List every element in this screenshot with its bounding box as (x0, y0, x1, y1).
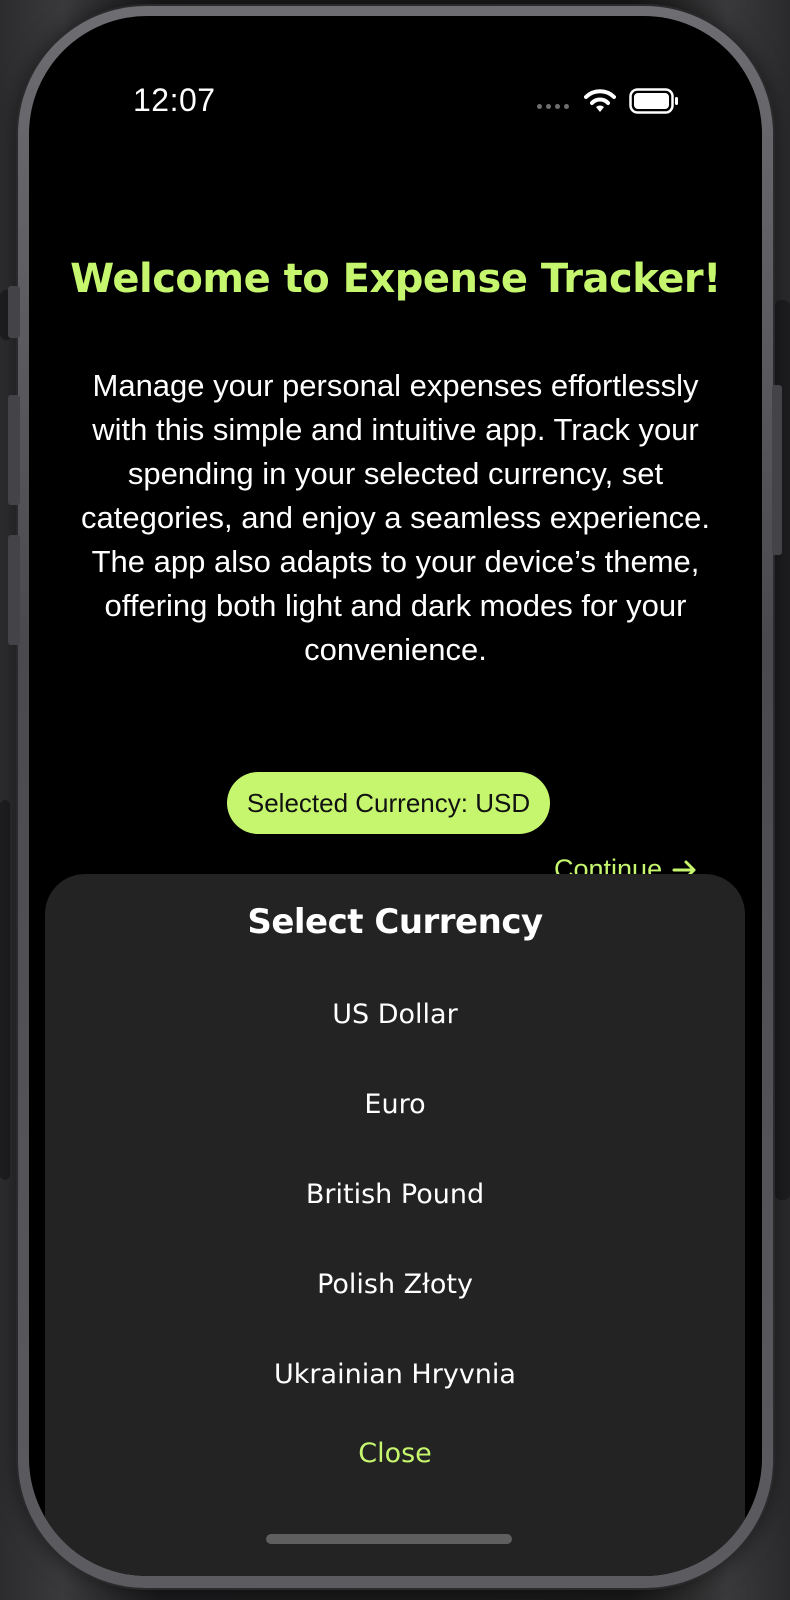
currency-option-usd[interactable]: US Dollar (45, 999, 745, 1030)
volume-down-button (8, 535, 20, 645)
wifi-icon (584, 89, 616, 112)
volume-up-button (8, 395, 20, 505)
status-time: 12:07 (133, 82, 216, 118)
power-button (772, 385, 782, 555)
selected-currency-button[interactable]: Selected Currency: USD (227, 772, 550, 834)
side-button (8, 286, 20, 338)
currency-option-pln[interactable]: Polish Złoty (45, 1269, 745, 1300)
home-indicator[interactable] (266, 1534, 512, 1544)
cellular-signal-icon (537, 104, 573, 110)
currency-picker-sheet: Select Currency US Dollar Euro British P… (45, 874, 745, 1576)
welcome-title: Welcome to Expense Tracker! (70, 256, 721, 302)
app-screen: 12:07 Welcome to Expense Tracker! Manage… (29, 16, 762, 1576)
status-bar: 12:07 (29, 16, 762, 136)
close-button[interactable]: Close (45, 1438, 745, 1469)
currency-option-gbp[interactable]: British Pound (45, 1179, 745, 1210)
currency-option-eur[interactable]: Euro (45, 1089, 745, 1120)
background-panel (0, 800, 10, 1180)
welcome-description: Manage your personal expenses effortless… (81, 368, 710, 667)
currency-option-uah[interactable]: Ukrainian Hryvnia (45, 1359, 745, 1390)
battery-icon (629, 88, 678, 114)
sheet-title: Select Currency (247, 902, 543, 942)
